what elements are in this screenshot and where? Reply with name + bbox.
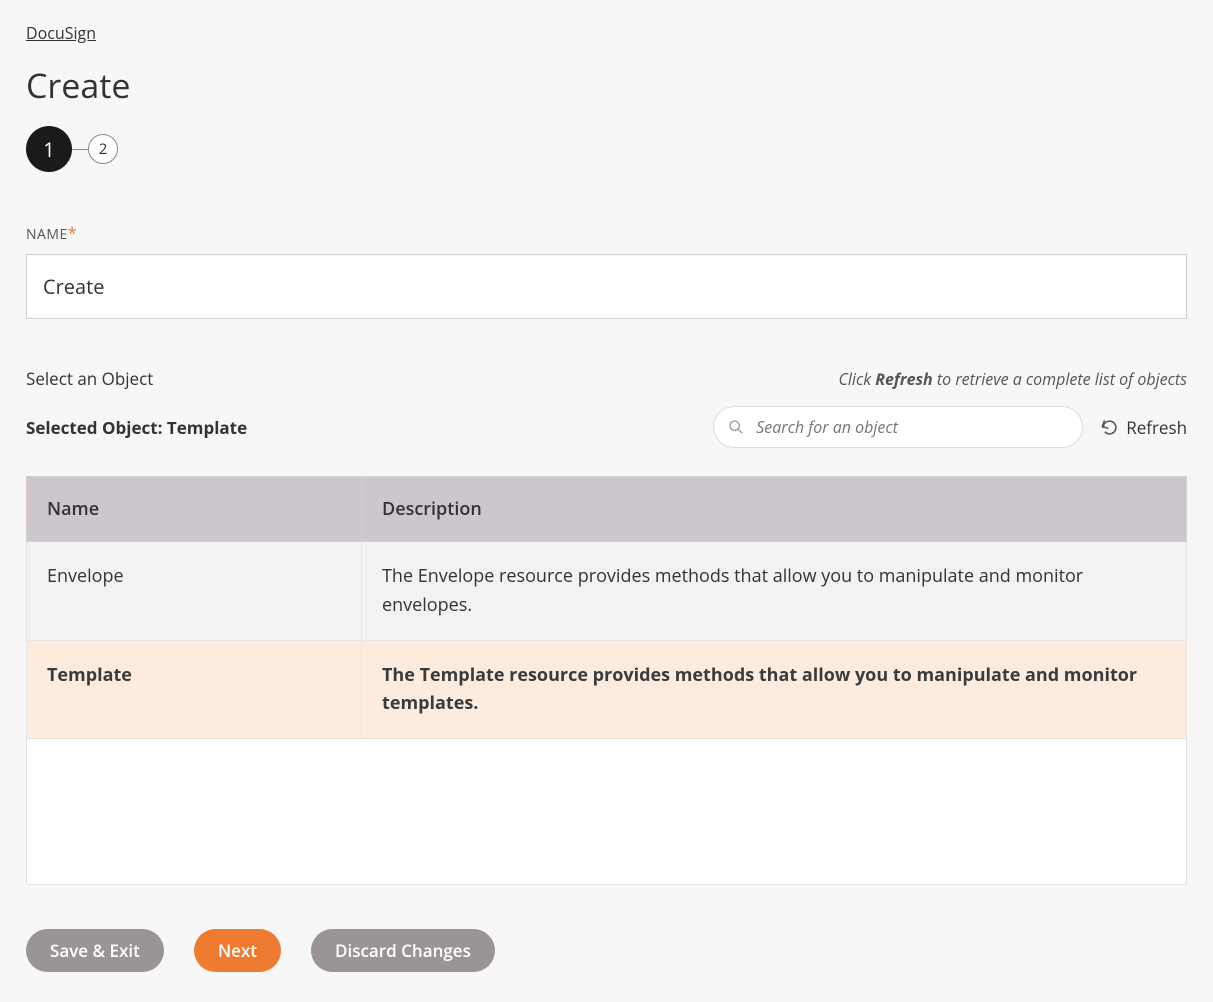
table-row[interactable]: EnvelopeThe Envelope resource provides m…	[27, 542, 1187, 641]
refresh-label: Refresh	[1126, 416, 1187, 439]
next-button[interactable]: Next	[194, 929, 281, 972]
table-empty-area	[26, 739, 1187, 885]
search-icon	[728, 419, 744, 435]
refresh-icon	[1101, 419, 1118, 436]
step-1[interactable]: 1	[26, 126, 72, 172]
refresh-button[interactable]: Refresh	[1101, 416, 1187, 439]
selected-object-label: Selected Object: Template	[26, 416, 247, 439]
name-field-label: NAME	[26, 225, 68, 244]
step-connector	[72, 149, 88, 150]
refresh-hint: Click Refresh to retrieve a complete lis…	[838, 368, 1187, 390]
col-header-description[interactable]: Description	[362, 477, 1187, 542]
name-input[interactable]	[26, 254, 1187, 319]
search-box[interactable]	[713, 406, 1083, 448]
cell-name: Envelope	[27, 542, 362, 641]
save-exit-button[interactable]: Save & Exit	[26, 929, 164, 972]
required-indicator: *	[68, 222, 77, 244]
stepper: 1 2	[26, 126, 1187, 172]
breadcrumb-link[interactable]: DocuSign	[26, 22, 96, 44]
cell-name: Template	[27, 640, 362, 739]
search-input[interactable]	[754, 415, 1068, 439]
objects-table: Name Description EnvelopeThe Envelope re…	[26, 476, 1187, 739]
cell-description: The Envelope resource provides methods t…	[362, 542, 1187, 641]
col-header-name[interactable]: Name	[27, 477, 362, 542]
step-2[interactable]: 2	[88, 134, 118, 164]
select-object-label: Select an Object	[26, 367, 153, 390]
table-row[interactable]: TemplateThe Template resource provides m…	[27, 640, 1187, 739]
page-title: Create	[26, 62, 1187, 108]
cell-description: The Template resource provides methods t…	[362, 640, 1187, 739]
discard-changes-button[interactable]: Discard Changes	[311, 929, 495, 972]
